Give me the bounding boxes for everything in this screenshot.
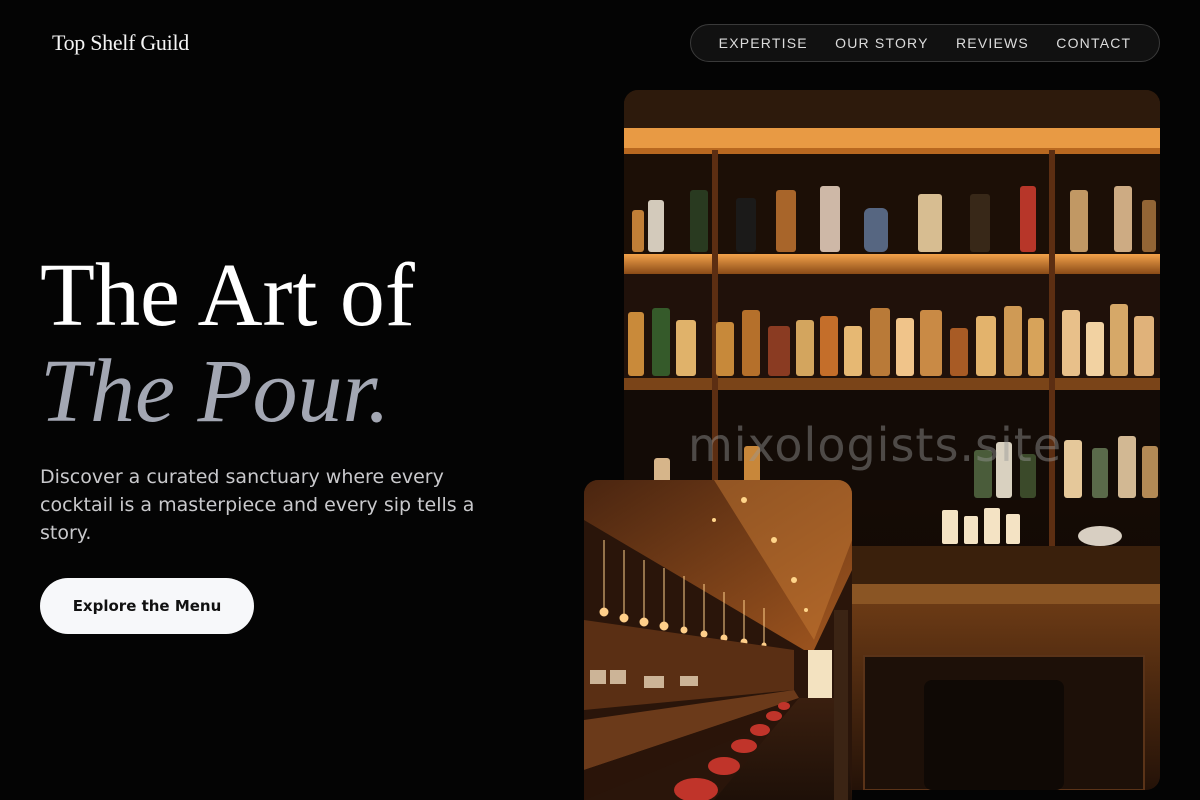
top-nav: EXPERTISE OUR STORY REVIEWS CONTACT xyxy=(690,24,1160,62)
nav-item-contact[interactable]: CONTACT xyxy=(1056,35,1131,51)
hero-title-line1: The Art of xyxy=(40,246,415,345)
explore-menu-button[interactable]: Explore the Menu xyxy=(40,578,254,634)
bar-interior-image xyxy=(584,480,852,800)
hero-description: Discover a curated sanctuary where every… xyxy=(40,466,475,544)
nav-item-our-story[interactable]: OUR STORY xyxy=(835,35,929,51)
nav-item-reviews[interactable]: REVIEWS xyxy=(956,35,1029,51)
landing-page: Top Shelf Guild EXPERTISE OUR STORY REVI… xyxy=(0,0,1200,800)
nav-item-expertise[interactable]: EXPERTISE xyxy=(719,35,808,51)
hero-title-line2: The Pour. xyxy=(40,342,391,441)
hero-title: The Art of The Pour. xyxy=(40,248,415,440)
bar-interior-illustration xyxy=(584,480,852,800)
brand-logo[interactable]: Top Shelf Guild xyxy=(52,30,189,56)
